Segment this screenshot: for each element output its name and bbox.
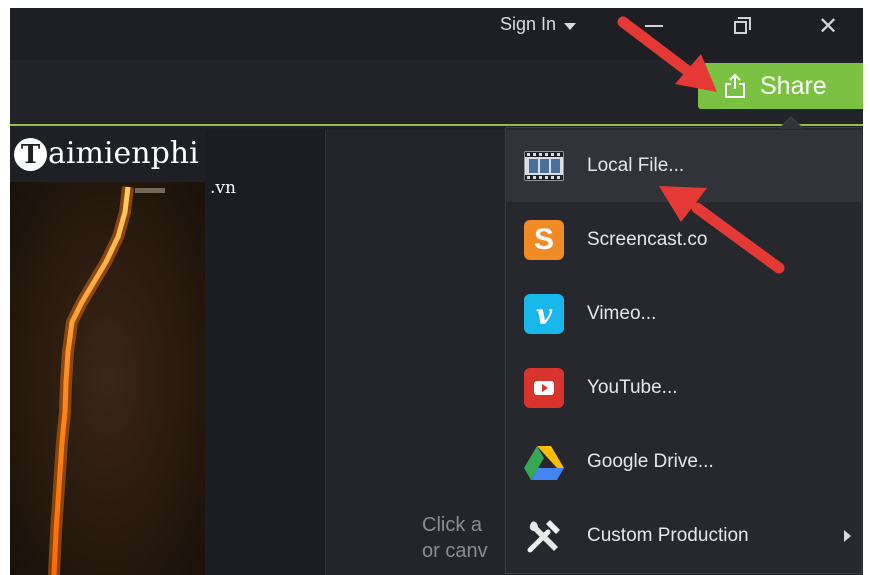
logo-domain: .vn — [210, 178, 236, 198]
share-button[interactable]: Share — [698, 63, 863, 109]
submenu-arrow-icon — [844, 530, 851, 542]
canvas-hint-line1: Click a — [422, 514, 483, 536]
restore-icon — [734, 21, 747, 34]
youtube-icon — [524, 368, 564, 408]
menu-item-label: Custom Production — [587, 525, 749, 546]
tools-icon — [524, 516, 564, 556]
video-thumbnail[interactable] — [10, 182, 205, 575]
share-dropdown-menu: Local File... S Screencast.co v Vimeo...… — [505, 116, 862, 574]
film-icon — [524, 146, 564, 186]
menu-item-label: Local File... — [587, 155, 685, 176]
video-frame-image — [10, 182, 205, 575]
logo-text: aimienphi — [48, 135, 199, 171]
close-button[interactable]: ✕ — [814, 12, 842, 40]
menu-item-label: Vimeo... — [587, 303, 657, 324]
share-icon — [725, 73, 745, 98]
toolbar-accent-line — [10, 124, 863, 126]
menu-item-label: Google Drive... — [587, 451, 714, 472]
sign-in-button[interactable]: Sign In — [500, 14, 577, 35]
watermark-logo: T aimienphi — [14, 138, 199, 171]
menu-item-vimeo[interactable]: v Vimeo... — [506, 278, 861, 350]
menu-item-google-drive[interactable]: Google Drive... — [506, 426, 861, 498]
canvas-hint-line2: or canv — [422, 540, 488, 562]
menu-item-youtube[interactable]: YouTube... — [506, 352, 861, 424]
logo-badge: T — [14, 138, 47, 171]
menu-item-local-file[interactable]: Local File... — [506, 130, 861, 202]
restore-button[interactable] — [728, 14, 756, 38]
menu-item-screencast[interactable]: S Screencast.co — [506, 204, 861, 276]
vimeo-icon: v — [524, 294, 564, 334]
minimize-button[interactable] — [640, 14, 668, 38]
menu-item-label: Screencast.co — [587, 229, 708, 250]
sign-in-label: Sign In — [500, 14, 557, 34]
caret-down-icon — [564, 22, 577, 30]
menu-item-label: YouTube... — [587, 377, 678, 398]
canvas-hint-text: Click a or canv — [422, 512, 488, 564]
menu-item-custom-production[interactable]: Custom Production — [506, 500, 861, 572]
google-drive-icon — [524, 442, 564, 482]
screencast-icon: S — [524, 220, 564, 260]
close-icon: ✕ — [817, 12, 839, 40]
share-label: Share — [760, 71, 827, 100]
